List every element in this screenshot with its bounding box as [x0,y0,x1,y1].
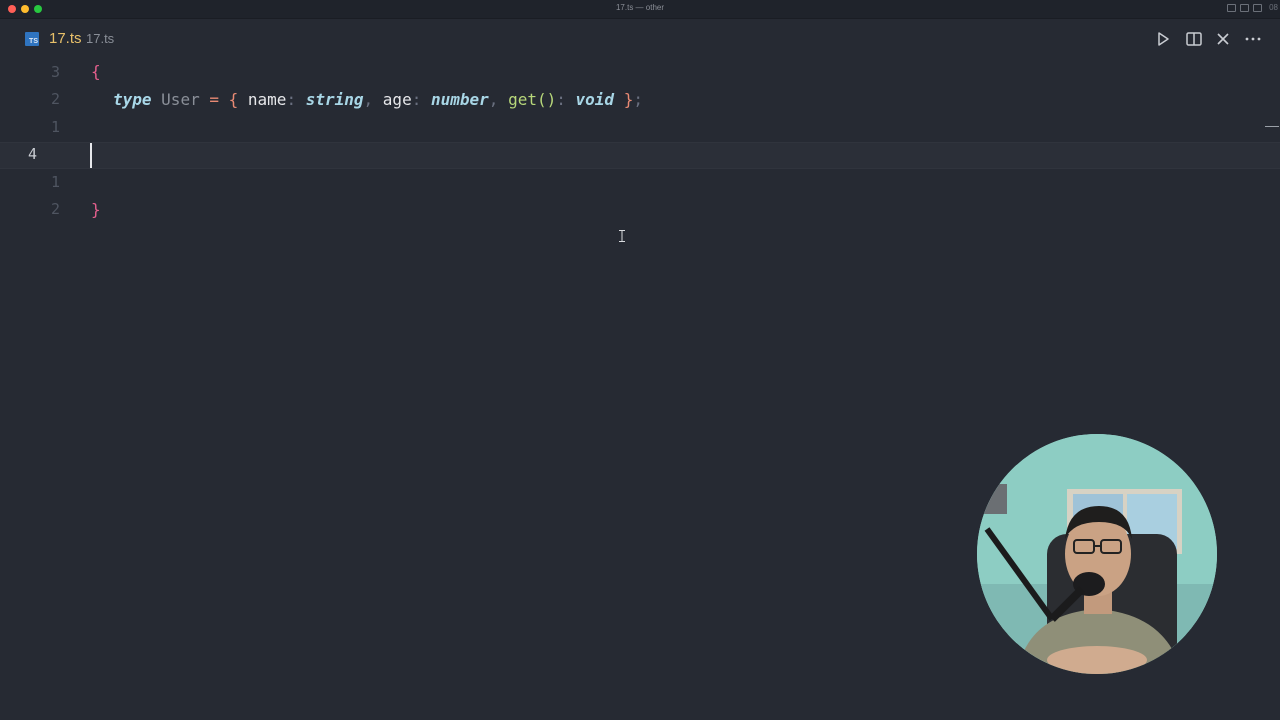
presenter-video-image [977,434,1217,674]
editor-tab-bar: TS 17.ts 17.ts [0,19,1280,59]
property-age: age [382,90,412,109]
close-icon[interactable] [1213,29,1233,49]
object-close-brace: } [623,90,634,109]
tab-file-path: 17.ts [86,31,115,46]
type-name: User [161,90,200,109]
property-name: name [247,90,287,109]
code-line[interactable]: type User = { name: string, age: number,… [113,90,643,110]
semicolon: ; [633,90,643,109]
split-editor-icon[interactable] [1184,29,1204,49]
typescript-file-icon: TS [25,32,39,46]
tab-file-name[interactable]: 17.ts [49,30,82,47]
code-line[interactable]: { [91,62,101,82]
ibeam-cursor-icon [619,230,625,242]
current-line-highlight [0,142,1280,169]
method-get: get() [508,90,557,109]
object-open-brace: { [228,90,239,109]
close-brace: } [91,200,101,219]
clock: 08 [1269,3,1278,12]
type-string: string [305,90,364,109]
line-number-active: 4 [28,145,38,163]
equals-operator: = [209,90,219,109]
line-number: 1 [50,173,60,191]
line-number: 1 [50,118,60,136]
type-number: number [430,90,489,109]
minimap-position-marker[interactable] [1265,126,1279,127]
more-icon[interactable] [1243,29,1263,49]
text-cursor [90,143,92,168]
toggle-sidebar-icon[interactable] [1227,4,1236,12]
title-bar: 17.ts — other 08 [0,0,1280,19]
webcam-overlay [977,434,1217,674]
line-number: 3 [50,63,60,81]
keyword-type: type [113,90,152,109]
run-icon[interactable] [1153,29,1173,49]
line-number: 2 [50,200,60,218]
toggle-panel-icon[interactable] [1240,4,1249,12]
type-void: void [575,90,615,109]
open-brace: { [91,62,101,81]
code-line[interactable]: } [91,200,101,220]
window-title: 17.ts — other [615,3,665,12]
layout-controls [1227,4,1262,12]
line-number: 2 [50,90,60,108]
toggle-secondary-sidebar-icon[interactable] [1253,4,1262,12]
